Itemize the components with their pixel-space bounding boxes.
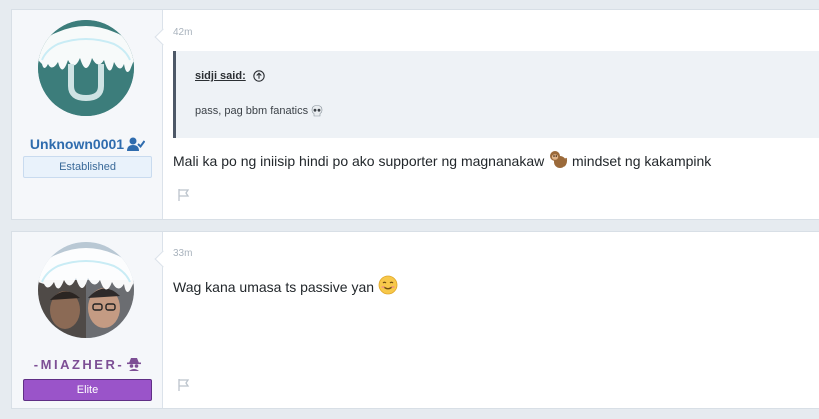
post-message-text: Wag kana umasa ts passive yan	[173, 279, 378, 295]
user-check-icon	[127, 137, 146, 154]
avatar-letter-u-icon	[38, 20, 134, 116]
quote-text-content: pass, pag bbm fanatics	[195, 105, 309, 117]
avatar[interactable]	[38, 20, 134, 116]
post-timestamp[interactable]: 33m	[173, 248, 192, 259]
monkey-emoji	[550, 151, 568, 168]
user-title-badge: Established	[23, 156, 152, 178]
arrow-up-circle-icon[interactable]	[253, 70, 265, 82]
user-info-panel: Unknown0001 Established	[12, 10, 163, 219]
post-message-part-2: mindset ng kakampink	[568, 153, 712, 169]
username[interactable]: -MIAZHER-	[12, 357, 163, 374]
quote-block: sidji said: pass, pag bbm fanatics	[173, 51, 819, 138]
post-content-area	[163, 232, 819, 408]
post-unknown0001: Unknown0001 Established 42m sidji said: …	[11, 9, 819, 220]
smiling-emoji	[378, 275, 398, 295]
skull-emoji	[311, 105, 323, 117]
post-miazher: -MIAZHER- Elite 33m Wag kana umasa ts pa…	[11, 231, 819, 409]
spy-icon	[127, 357, 142, 374]
avatar[interactable]	[38, 242, 134, 338]
flag-icon[interactable]	[177, 378, 191, 392]
username-text[interactable]: -MIAZHER-	[34, 357, 124, 372]
username-text[interactable]: Unknown0001	[30, 136, 124, 152]
flag-icon[interactable]	[177, 188, 191, 202]
post-message: Mali ka po ng iniisip hindi po ako suppo…	[173, 149, 711, 169]
post-message-part-1: Mali ka po ng iniisip hindi po ako suppo…	[173, 153, 549, 169]
user-title-badge: Elite	[23, 379, 152, 401]
user-info-panel: -MIAZHER- Elite	[12, 232, 163, 408]
quote-author-link[interactable]: sidji said:	[195, 70, 246, 82]
username[interactable]: Unknown0001	[12, 136, 163, 154]
post-message: Wag kana umasa ts passive yan	[173, 275, 398, 295]
post-timestamp[interactable]: 42m	[173, 27, 192, 38]
avatar-photo-icon	[38, 242, 134, 338]
quote-text: pass, pag bbm fanatics	[195, 105, 323, 117]
